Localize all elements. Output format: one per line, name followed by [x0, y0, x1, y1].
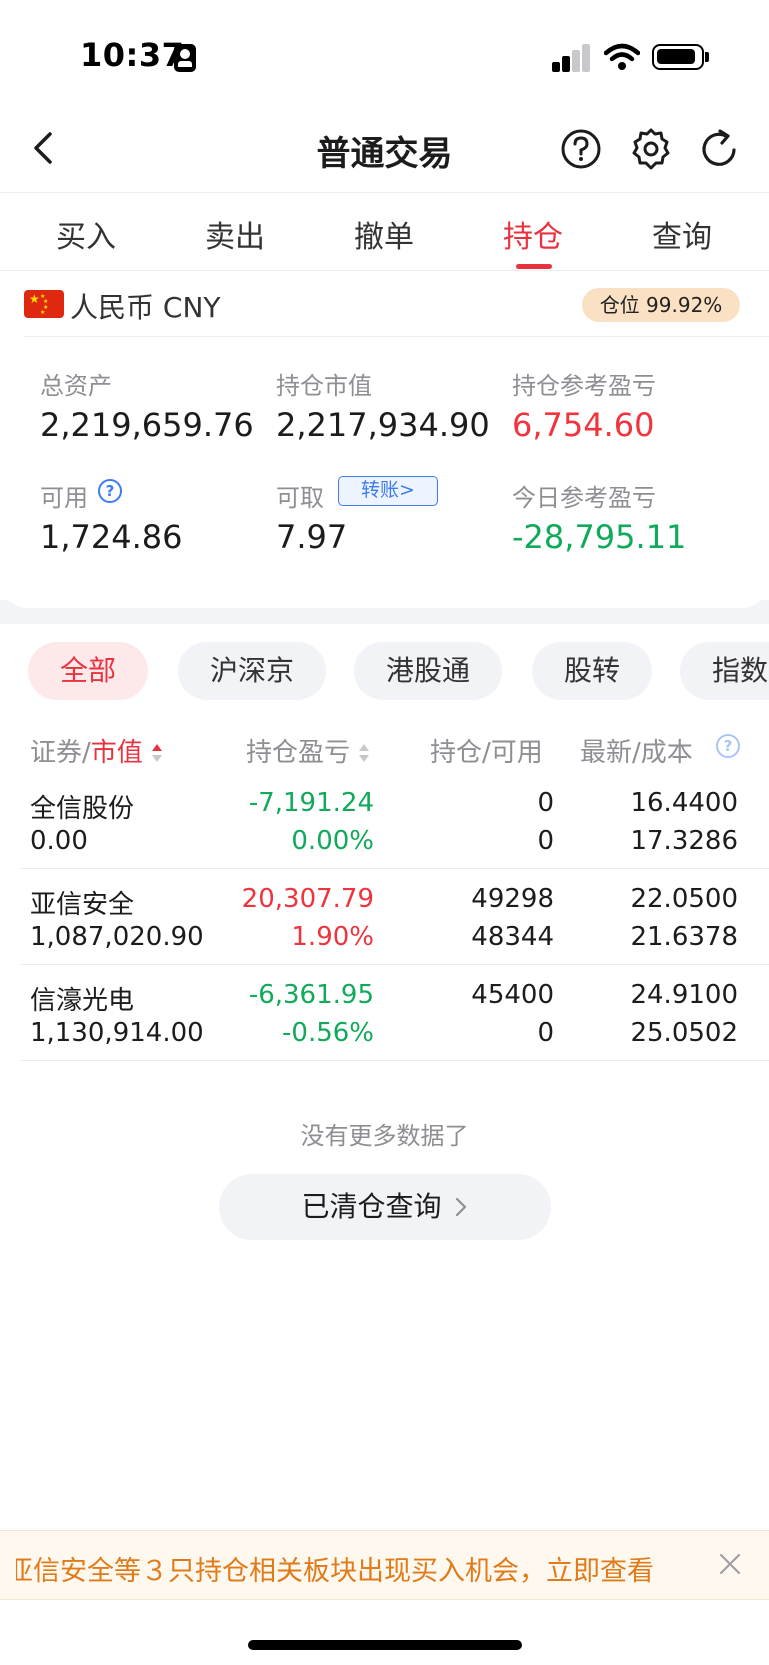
row-2-pl-pct: 1.90% [291, 922, 374, 952]
row-3-pl-pct: -0.56% [282, 1018, 374, 1048]
opportunity-banner[interactable]: 亚信安全等３只持仓相关板块出现买入机会，立即查看 [0, 1530, 769, 1600]
row-3-name[interactable]: 信濠光电 [30, 980, 134, 1017]
row-1-cost: 17.3286 [630, 826, 738, 856]
row-divider [20, 1060, 769, 1061]
tab-query[interactable]: 查询 [622, 212, 742, 256]
row-1-available: 0 [537, 826, 554, 856]
row-3-latest: 24.9100 [630, 980, 738, 1010]
row-2-name[interactable]: 亚信安全 [30, 884, 134, 921]
header-available: 可用 [490, 738, 543, 768]
status-time: 10:37 [80, 36, 185, 74]
today-pl-label: 今日参考盈亏 [512, 484, 656, 512]
available-value: 1,724.86 [40, 518, 183, 556]
header-market-value: 市值 [90, 738, 143, 768]
row-divider [20, 868, 769, 869]
withdrawable-label: 可取 [276, 484, 324, 512]
available-help-icon[interactable]: ? [98, 479, 122, 503]
nav-divider [0, 192, 769, 193]
available-label: 可用 [40, 484, 88, 512]
position-ratio-badge: 仓位 99.92% [582, 288, 740, 322]
header-holding-available: 持仓/可用 [430, 732, 543, 769]
battery-icon [652, 44, 704, 70]
filter-sh-sz-bj[interactable]: 沪深京 [178, 642, 326, 700]
tab-cancel[interactable]: 撤单 [324, 212, 444, 256]
header-security-market-value[interactable]: 证券/市值 [30, 732, 163, 769]
refresh-icon[interactable] [696, 126, 742, 172]
active-tab-indicator [516, 264, 552, 269]
header-latest: 最新 [580, 738, 633, 768]
cellular-signal-icon [552, 44, 592, 72]
market-value-value: 2,217,934.90 [276, 406, 490, 444]
filter-hk-connect[interactable]: 港股通 [354, 642, 502, 700]
row-2-holding: 49298 [471, 884, 554, 914]
total-assets-value: 2,219,659.76 [40, 406, 254, 444]
help-icon[interactable] [560, 128, 602, 170]
cleared-positions-query-button[interactable]: 已清仓查询 [219, 1174, 551, 1240]
sort-icon [152, 744, 163, 762]
account-card-bottom [0, 560, 769, 608]
header-pl: 持仓盈亏 [246, 738, 351, 768]
cost-help-icon[interactable]: ? [716, 734, 740, 758]
position-pl-value: 6,754.60 [512, 406, 655, 444]
transfer-button[interactable]: 转账> [338, 476, 438, 506]
header-latest-cost: 最新/成本 [580, 732, 693, 769]
no-more-data-text: 没有更多数据了 [300, 1122, 469, 1150]
row-divider [20, 964, 769, 965]
filter-index[interactable]: 指数 [680, 642, 769, 700]
row-2-latest: 22.0500 [630, 884, 738, 914]
gear-icon[interactable] [628, 126, 674, 172]
header-security: 证券 [30, 738, 83, 768]
filter-transfer[interactable]: 股转 [532, 642, 652, 700]
row-1-name[interactable]: 全信股份 [30, 788, 134, 825]
china-flag-icon: ★ ★ ★ ★ ★ [24, 290, 64, 318]
header-position-pl[interactable]: 持仓盈亏 [246, 732, 370, 769]
row-1-market-value: 0.00 [30, 826, 88, 856]
total-assets-label: 总资产 [40, 372, 112, 400]
home-indicator[interactable] [248, 1640, 522, 1650]
row-3-cost: 25.0502 [630, 1018, 738, 1048]
today-pl-value: -28,795.11 [512, 518, 687, 556]
tab-sell[interactable]: 卖出 [175, 212, 295, 256]
row-2-cost: 21.6378 [630, 922, 738, 952]
close-icon[interactable] [716, 1550, 744, 1578]
row-1-holding: 0 [537, 788, 554, 818]
filter-all[interactable]: 全部 [28, 642, 148, 700]
header-sep: / [482, 738, 491, 768]
header-sep: / [82, 738, 91, 768]
row-3-holding: 45400 [471, 980, 554, 1010]
market-value-label: 持仓市值 [276, 372, 372, 400]
withdrawable-value: 7.97 [276, 518, 348, 556]
tabs-divider [0, 270, 769, 271]
row-1-pl: -7,191.24 [248, 788, 374, 818]
row-1-latest: 16.4400 [630, 788, 738, 818]
position-pl-label: 持仓参考盈亏 [512, 372, 656, 400]
row-2-market-value: 1,087,020.90 [30, 922, 204, 952]
chevron-right-icon [456, 1197, 467, 1217]
currency-label: 人民币 CNY [70, 291, 221, 324]
tab-positions[interactable]: 持仓 [473, 212, 593, 256]
header-sep: / [632, 738, 641, 768]
cleared-query-label: 已清仓查询 [301, 1190, 442, 1223]
battery-tip [705, 52, 709, 62]
header-cost: 成本 [640, 738, 693, 768]
account-divider [24, 336, 769, 337]
banner-text: 亚信安全等３只持仓相关板块出现买入机会，立即查看 [16, 1556, 654, 1587]
tab-buy[interactable]: 买入 [26, 212, 146, 256]
row-3-market-value: 1,130,914.00 [30, 1018, 204, 1048]
row-2-pl: 20,307.79 [241, 884, 374, 914]
row-1-pl-pct: 0.00% [291, 826, 374, 856]
header-holding: 持仓 [430, 738, 483, 768]
id-card-icon [174, 44, 196, 72]
row-3-available: 0 [537, 1018, 554, 1048]
sort-icon [359, 744, 370, 762]
wifi-icon [604, 43, 640, 70]
row-2-available: 48344 [471, 922, 554, 952]
row-3-pl: -6,361.95 [248, 980, 374, 1010]
